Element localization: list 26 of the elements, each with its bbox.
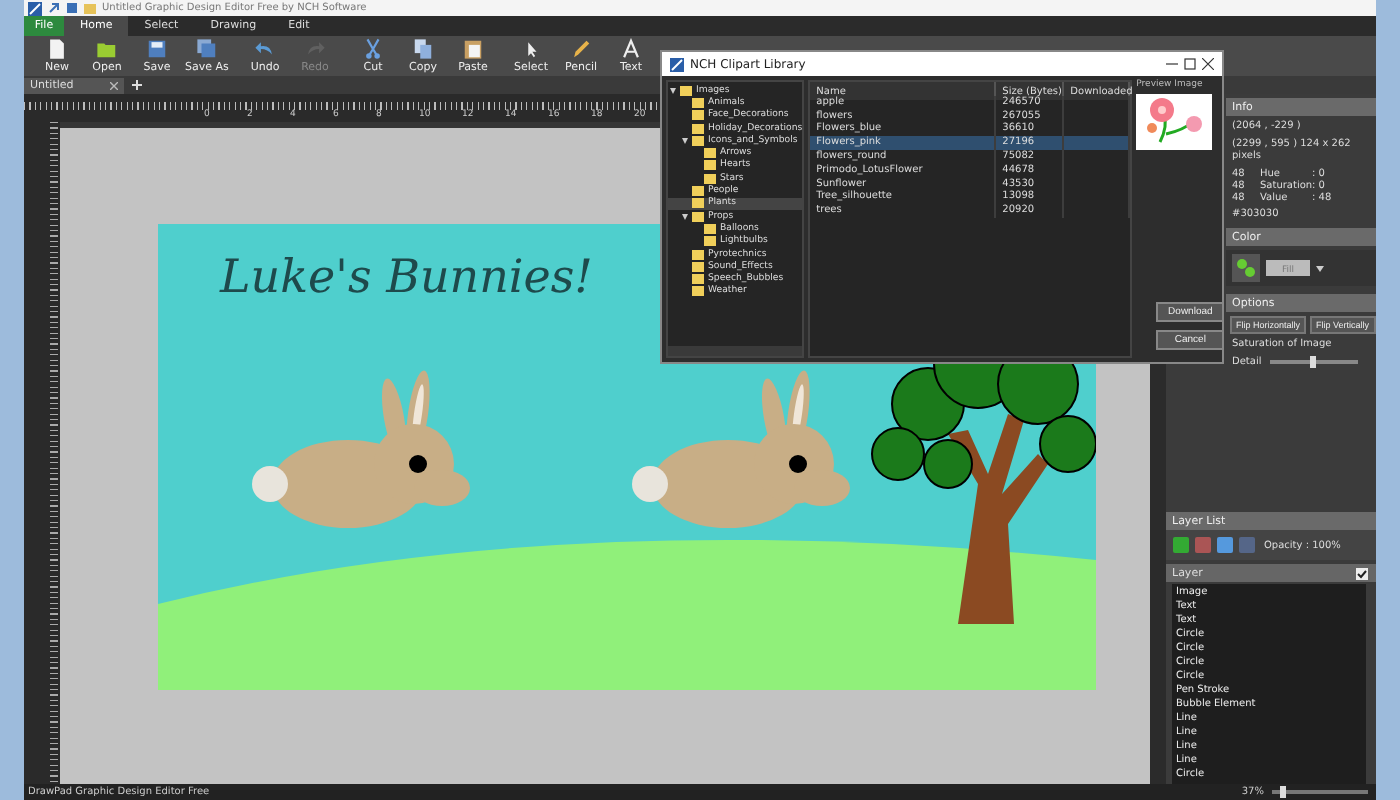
dots-icon[interactable]	[1232, 254, 1260, 282]
floppy-disk-stack-icon	[196, 38, 218, 60]
curved-arrow-icon	[304, 38, 326, 60]
plus-icon[interactable]	[132, 80, 142, 90]
clipboard-icon	[462, 38, 484, 60]
copy-icon	[412, 38, 434, 60]
caret-icon[interactable]	[1316, 265, 1324, 271]
slider-thumb[interactable]	[1280, 786, 1287, 798]
slider-thumb[interactable]	[1310, 355, 1317, 367]
layer-checkbox[interactable]	[1356, 567, 1368, 579]
maximize-icon[interactable]	[1184, 58, 1196, 70]
app-icon	[670, 57, 684, 71]
arrow-icon[interactable]	[48, 2, 60, 14]
expand-arrow-icon[interactable]	[682, 137, 688, 144]
curved-arrow-icon	[254, 38, 276, 60]
close-icon[interactable]	[1202, 58, 1214, 70]
horizontal-scrollbar[interactable]	[668, 346, 803, 356]
expand-arrow-icon[interactable]	[670, 87, 676, 94]
canvas-title-text: Luke's Bunnies!	[220, 252, 593, 304]
layer-add-icon[interactable]	[1172, 536, 1190, 554]
letter-icon	[620, 38, 642, 60]
expand-arrow-icon[interactable]	[682, 213, 688, 220]
scissors-icon	[362, 38, 384, 60]
flower-preview-drawing	[1136, 94, 1213, 150]
layer-copy-icon[interactable]	[1216, 536, 1234, 554]
minimize-icon[interactable]	[1166, 58, 1178, 70]
